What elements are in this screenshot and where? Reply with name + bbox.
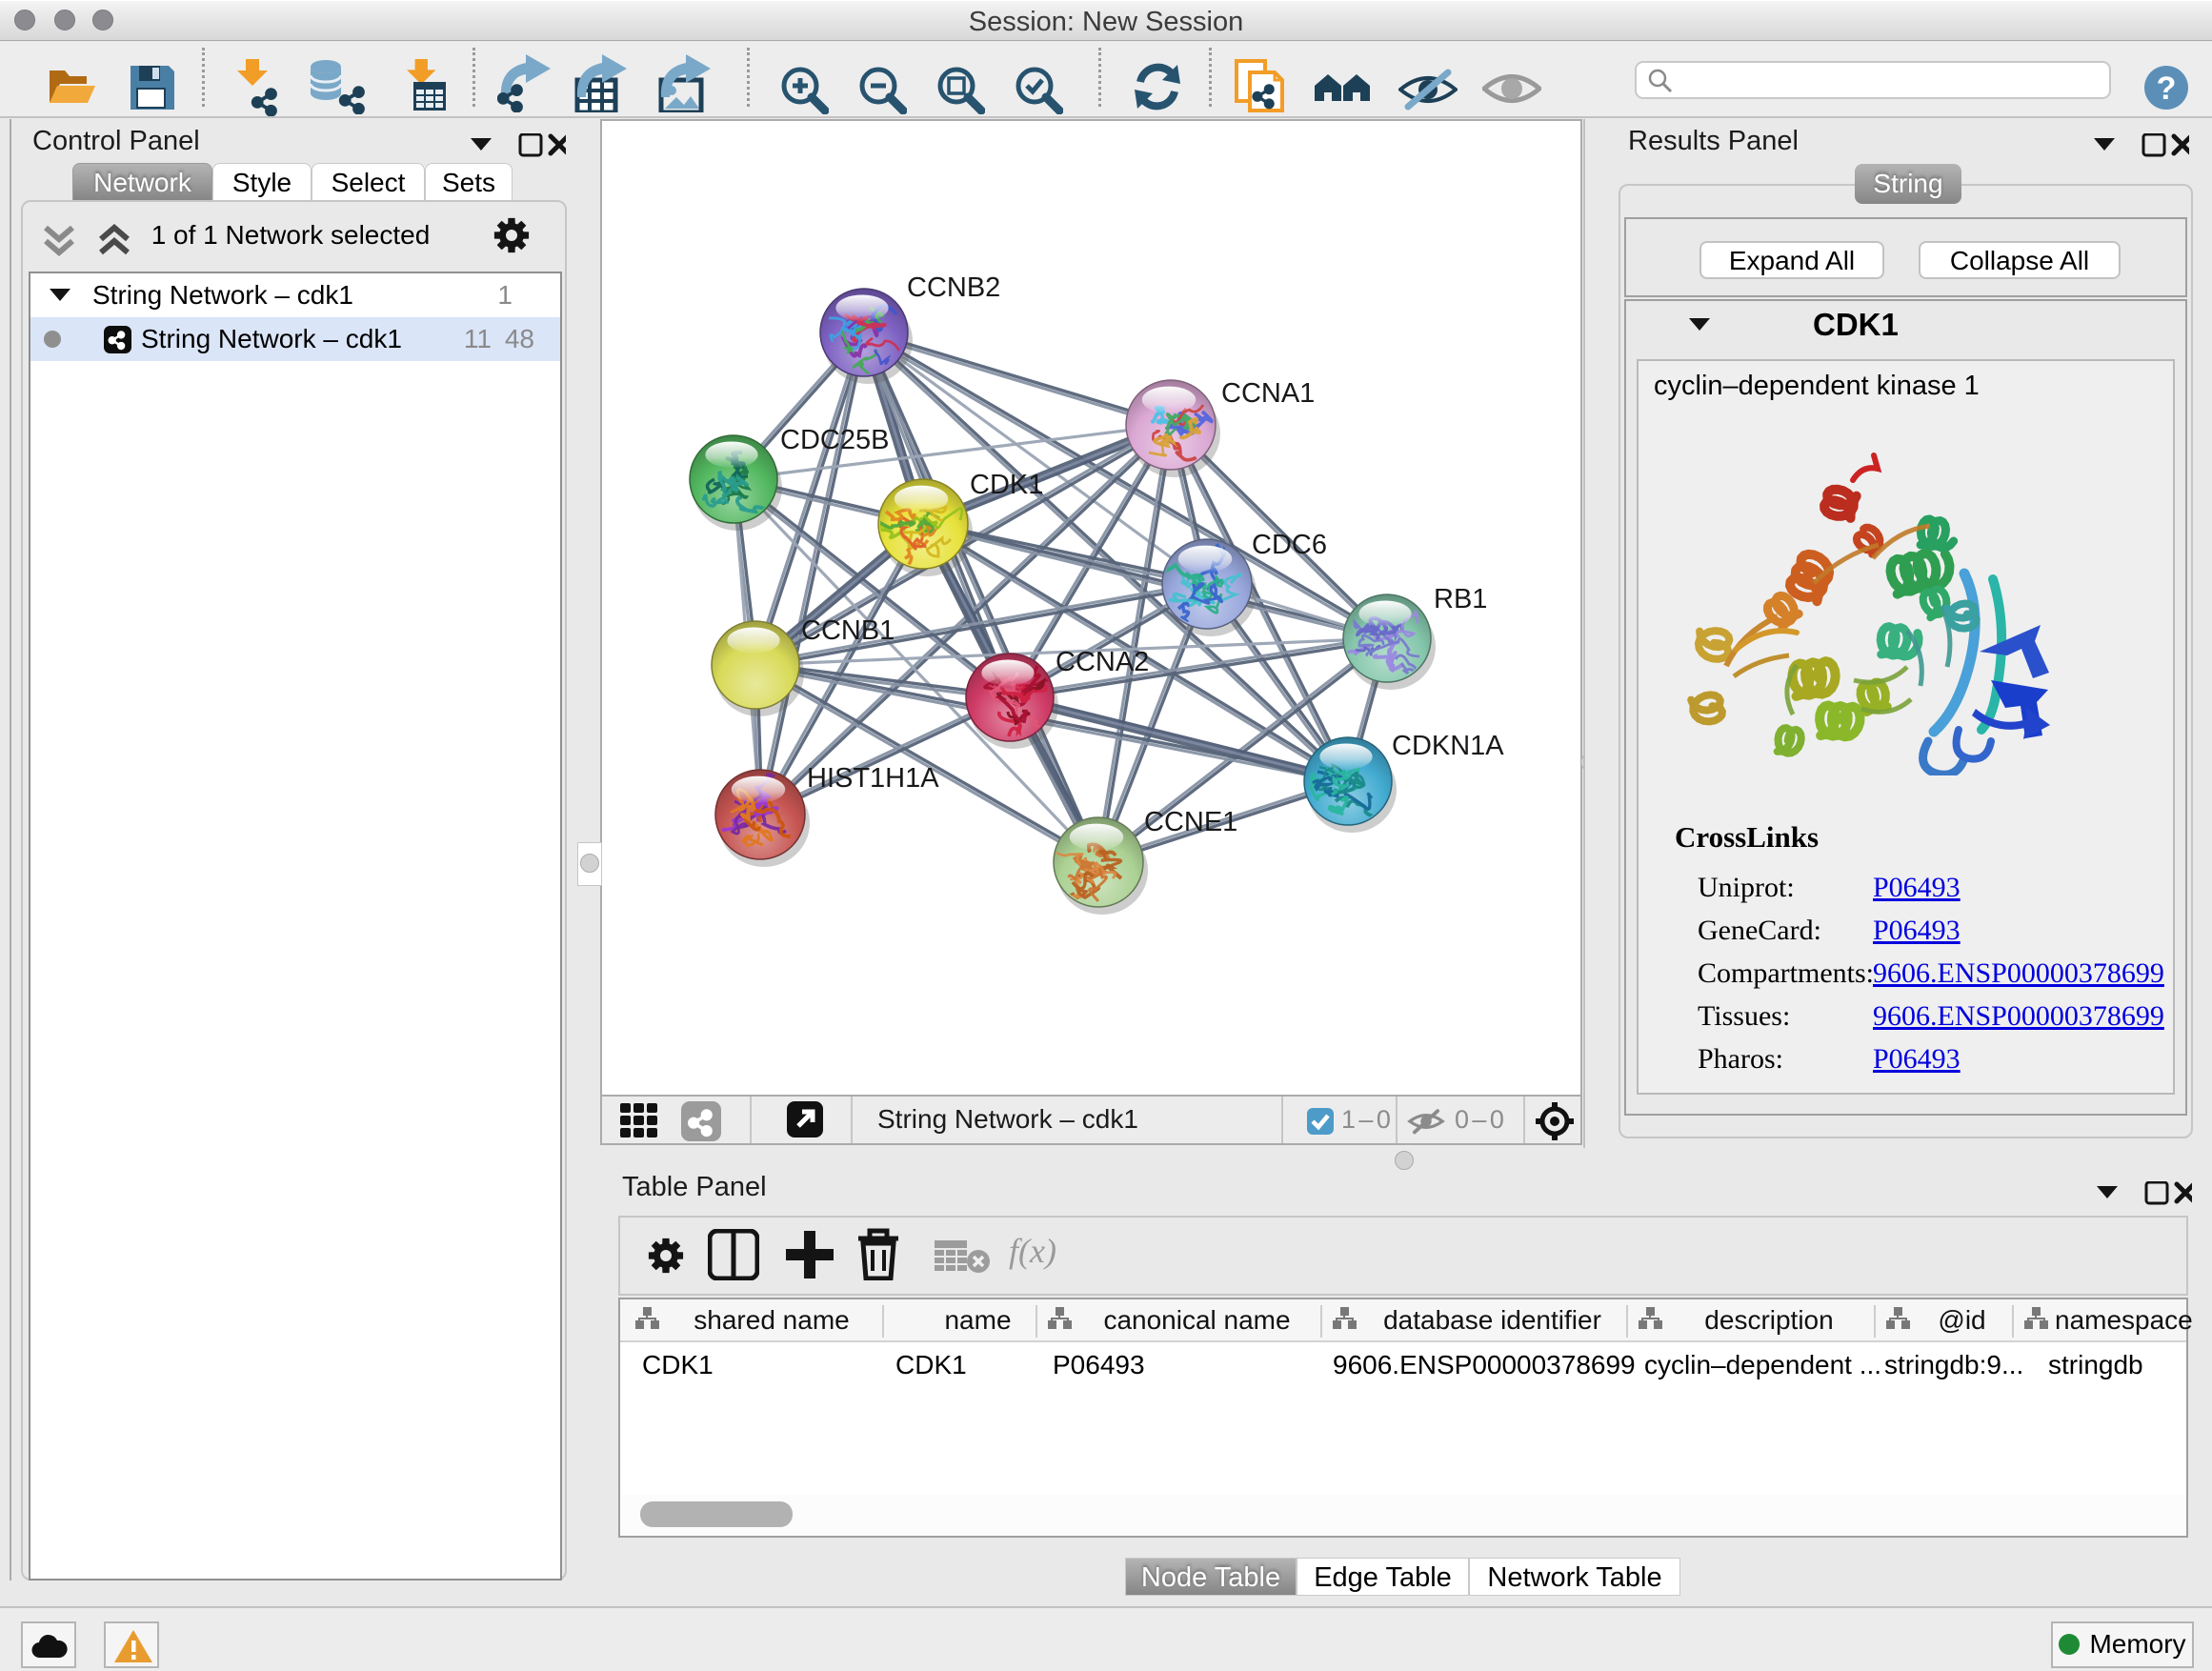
svg-text:CCNB1: CCNB1: [801, 615, 895, 646]
svg-text:HIST1H1A: HIST1H1A: [807, 763, 939, 794]
svg-text:CCNA2: CCNA2: [1056, 647, 1149, 677]
svg-text:CDC25B: CDC25B: [780, 425, 889, 455]
svg-text:RB1: RB1: [1434, 584, 1487, 614]
svg-text:CDC6: CDC6: [1252, 530, 1327, 560]
svg-text:CCNA1: CCNA1: [1221, 378, 1315, 409]
svg-text:CCNB2: CCNB2: [907, 272, 1000, 303]
svg-text:CDK1: CDK1: [970, 470, 1043, 500]
svg-text:?: ?: [2157, 70, 2177, 107]
svg-text:CCNE1: CCNE1: [1144, 807, 1237, 837]
svg-text:CDKN1A: CDKN1A: [1392, 731, 1504, 761]
